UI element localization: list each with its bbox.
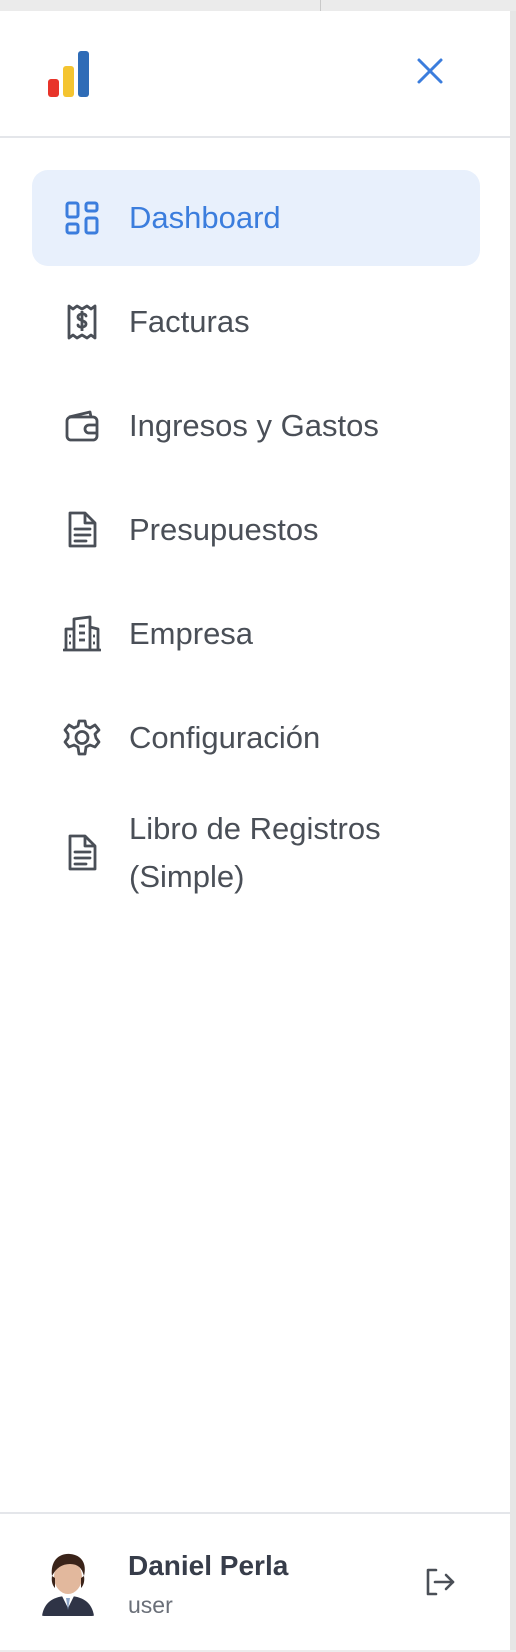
- wallet-icon: [62, 406, 102, 446]
- document-icon: [62, 833, 102, 873]
- sidebar-item-dashboard[interactable]: Dashboard: [32, 170, 480, 266]
- sidebar-item-configuracion[interactable]: Configuración: [32, 690, 480, 786]
- building-icon: [62, 614, 102, 654]
- document-icon: [62, 510, 102, 550]
- drawer-header: [0, 11, 510, 138]
- sidebar-item-label: Ingresos y Gastos: [129, 408, 379, 443]
- user-footer: Daniel Perla user: [0, 1512, 510, 1652]
- logout-button[interactable]: [420, 1564, 460, 1604]
- close-button[interactable]: [410, 53, 450, 93]
- user-role: user: [128, 1592, 173, 1618]
- sidebar-item-ingresos-gastos[interactable]: Ingresos y Gastos: [32, 378, 480, 474]
- user-name: Daniel Perla: [128, 1550, 289, 1581]
- sidebar-item-label: Empresa: [129, 616, 254, 651]
- sidebar-item-label: Dashboard: [129, 200, 281, 235]
- sidebar-item-facturas[interactable]: Facturas: [32, 274, 480, 370]
- sidebar-item-label: Presupuestos: [129, 512, 319, 547]
- avatar[interactable]: [40, 1550, 96, 1616]
- navigation-drawer: Dashboard Facturas Ingresos y Gastos Pre…: [0, 11, 510, 1650]
- backdrop-edge: [510, 11, 516, 1650]
- gear-icon: [62, 718, 102, 758]
- receipt-dollar-icon: [62, 302, 102, 342]
- sidebar-nav: Dashboard Facturas Ingresos y Gastos Pre…: [32, 170, 480, 920]
- logout-icon: [424, 1567, 456, 1602]
- bar-chart-logo: [46, 49, 96, 99]
- sidebar-item-empresa[interactable]: Empresa: [32, 586, 480, 682]
- sidebar-item-label: Libro de Registros (Simple): [129, 811, 381, 894]
- close-icon: [416, 57, 444, 90]
- sidebar-item-label: Configuración: [129, 720, 321, 755]
- top-bar-divider: [320, 0, 321, 11]
- sidebar-item-label: Facturas: [129, 304, 250, 339]
- dashboard-grid-icon: [62, 198, 102, 238]
- sidebar-item-presupuestos[interactable]: Presupuestos: [32, 482, 480, 578]
- sidebar-item-libro-de-registros[interactable]: Libro de Registros (Simple): [32, 794, 480, 912]
